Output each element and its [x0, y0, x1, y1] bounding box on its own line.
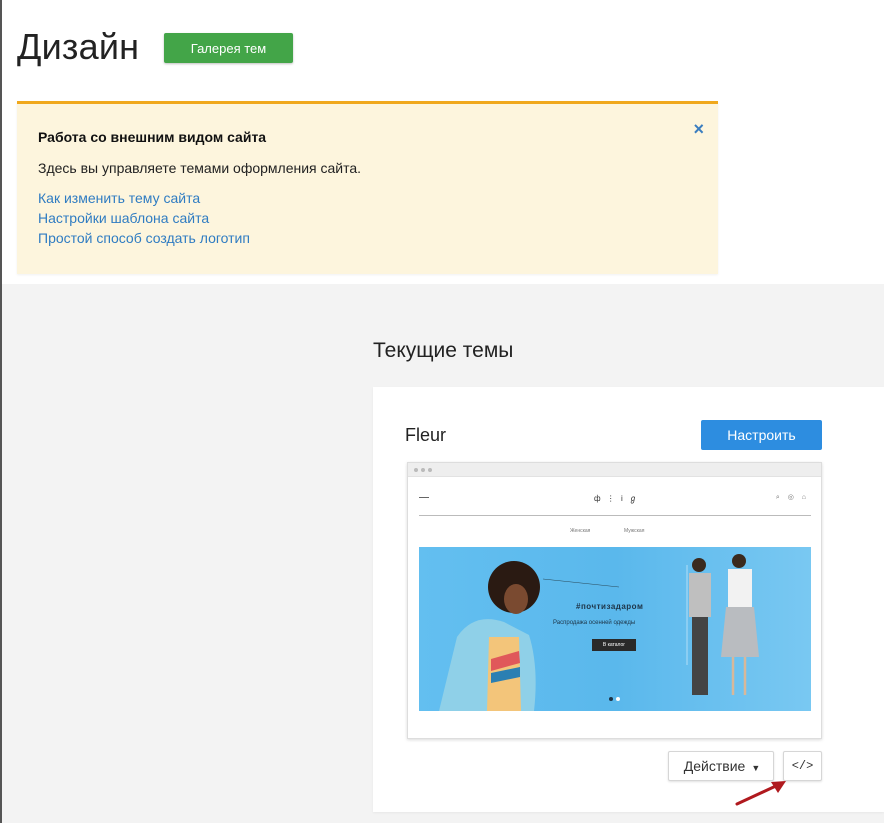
browser-dot-icon: [428, 468, 432, 472]
theme-card: Fleur Настроить ф ⋮ і ℊ ⌕ ◎ ⌂ Женская Му…: [373, 387, 884, 812]
link-create-logo[interactable]: Простой способ создать логотип: [38, 230, 250, 246]
code-editor-button[interactable]: </>: [783, 751, 822, 781]
action-button-label: Действие: [683, 758, 746, 774]
preview-browser-bar: [408, 463, 821, 477]
theme-gallery-button[interactable]: Галерея тем: [164, 33, 293, 63]
close-icon[interactable]: ×: [693, 119, 704, 139]
info-notice: Работа со внешним видом сайта Здесь вы у…: [17, 101, 718, 274]
preview-divider: [419, 515, 811, 516]
theme-preview[interactable]: ф ⋮ і ℊ ⌕ ◎ ⌂ Женская Мужская #почтизада…: [407, 462, 822, 739]
slider-dot-icon: [609, 697, 613, 701]
page-title: Дизайн: [17, 26, 140, 67]
theme-name: Fleur: [405, 425, 447, 445]
notice-text: Здесь вы управляете темами оформления са…: [38, 160, 362, 176]
preview-banner: #почтизадаром Распродажа осенней одежды …: [419, 547, 811, 711]
link-change-theme[interactable]: Как изменить тему сайта: [38, 190, 200, 206]
browser-dot-icon: [421, 468, 425, 472]
notice-title: Работа со внешним видом сайта: [38, 129, 267, 145]
preview-banner-art: [439, 554, 759, 711]
action-dropdown-button[interactable]: Действие ▼: [668, 751, 774, 781]
annotation-arrow-icon: [735, 781, 786, 806]
configure-button[interactable]: Настроить: [701, 420, 822, 450]
preview-nav-item: Мужская: [624, 528, 645, 534]
preview-cta-button: В каталог: [592, 639, 636, 651]
preview-logo: ф ⋮ і ℊ: [594, 494, 640, 503]
preview-hashtag: #почтизадаром: [576, 602, 644, 611]
preview-header-icons: ⌕ ◎ ⌂: [775, 494, 809, 501]
link-template-settings[interactable]: Настройки шаблона сайта: [38, 210, 209, 226]
section-title-current-themes: Текущие темы: [373, 339, 514, 362]
browser-dot-icon: [414, 468, 418, 472]
slider-dot-icon: [616, 697, 620, 701]
preview-menu-icon: [419, 497, 429, 498]
preview-subtitle: Распродажа осенней одежды: [553, 620, 636, 626]
chevron-down-icon: ▼: [751, 763, 761, 773]
preview-nav-item: Женская: [570, 528, 591, 534]
